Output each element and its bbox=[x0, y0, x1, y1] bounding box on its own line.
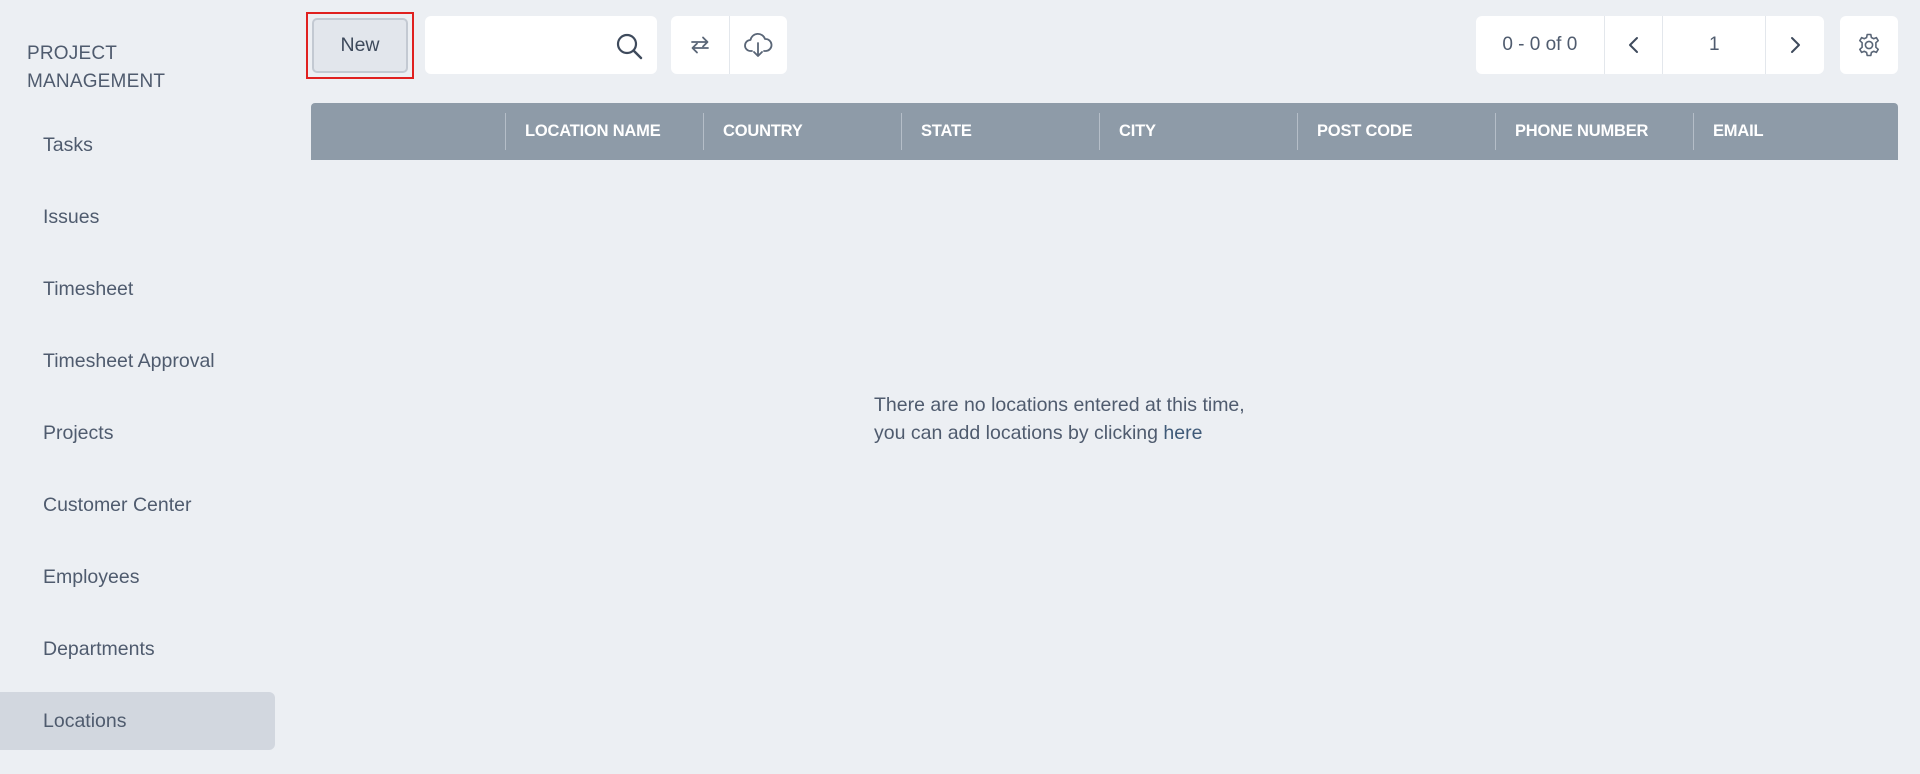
column-post-code[interactable]: POST CODE bbox=[1297, 103, 1495, 160]
pagination-range: 0 - 0 of 0 bbox=[1476, 16, 1605, 74]
pagination: 0 - 0 of 0 1 bbox=[1476, 16, 1824, 74]
pagination-page[interactable]: 1 bbox=[1663, 16, 1767, 74]
sidebar-item-timesheet-approval[interactable]: Timesheet Approval bbox=[0, 332, 275, 390]
search-icon[interactable] bbox=[615, 32, 643, 60]
chevron-right-icon[interactable] bbox=[1766, 16, 1824, 74]
action-icon-group bbox=[671, 16, 787, 74]
new-button[interactable]: New bbox=[312, 18, 408, 73]
sidebar-item-locations[interactable]: Locations bbox=[0, 692, 275, 750]
sidebar-item-customer-center[interactable]: Customer Center bbox=[0, 476, 275, 534]
gear-icon[interactable] bbox=[1840, 16, 1898, 74]
empty-state-line1: There are no locations entered at this t… bbox=[874, 394, 1245, 416]
column-email[interactable]: EMAIL bbox=[1693, 103, 1893, 160]
sidebar-item-departments[interactable]: Departments bbox=[0, 620, 275, 678]
sidebar-item-projects[interactable]: Projects bbox=[0, 404, 275, 462]
search-input[interactable] bbox=[435, 26, 609, 66]
empty-state-line2-text: you can add locations by clicking bbox=[874, 422, 1158, 444]
column-phone-number[interactable]: PHONE NUMBER bbox=[1495, 103, 1693, 160]
table-header: LOCATION NAME COUNTRY STATE CITY POST CO… bbox=[311, 103, 1898, 160]
sidebar: PROJECT MANAGEMENT Tasks Issues Timeshee… bbox=[0, 0, 280, 774]
empty-state-line2: you can add locations by clicking here bbox=[874, 419, 1294, 447]
column-state[interactable]: STATE bbox=[901, 103, 1099, 160]
sidebar-list: Tasks Issues Timesheet Timesheet Approva… bbox=[0, 116, 275, 764]
search-box bbox=[425, 16, 657, 74]
sidebar-item-timesheet[interactable]: Timesheet bbox=[0, 260, 275, 318]
sidebar-item-employees[interactable]: Employees bbox=[0, 548, 275, 606]
column-city[interactable]: CITY bbox=[1099, 103, 1297, 160]
sidebar-item-tasks[interactable]: Tasks bbox=[0, 116, 275, 174]
chevron-left-icon[interactable] bbox=[1605, 16, 1664, 74]
column-location-name[interactable]: LOCATION NAME bbox=[505, 103, 703, 160]
sidebar-title: PROJECT MANAGEMENT bbox=[27, 43, 166, 92]
empty-state-message: There are no locations entered at this t… bbox=[874, 391, 1294, 447]
sidebar-item-issues[interactable]: Issues bbox=[0, 188, 275, 246]
add-location-link[interactable]: here bbox=[1163, 422, 1202, 444]
column-country[interactable]: COUNTRY bbox=[703, 103, 901, 160]
new-button-highlight: New bbox=[306, 12, 414, 79]
cloud-download-icon[interactable] bbox=[728, 16, 788, 74]
refresh-icon[interactable] bbox=[671, 16, 729, 74]
